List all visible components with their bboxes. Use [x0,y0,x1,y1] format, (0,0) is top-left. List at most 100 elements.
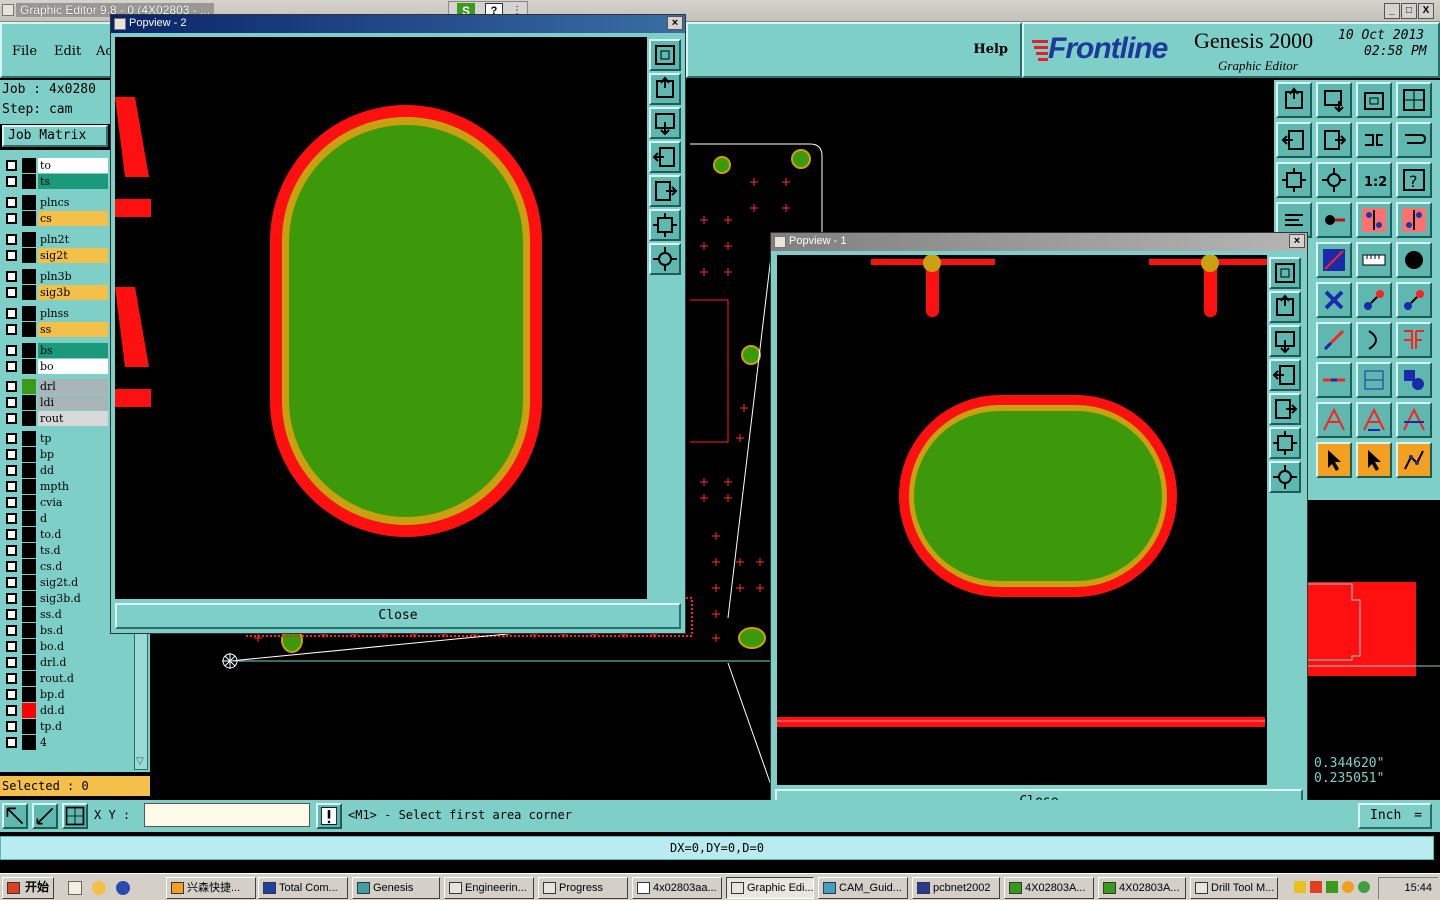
pv-zoom-window-icon[interactable] [649,39,681,71]
pv-right-icon[interactable] [1269,393,1301,425]
layer-checkbox[interactable] [6,465,17,476]
popview-2-titlebar[interactable]: Popview - 2 × [111,15,685,33]
pv-left-icon[interactable] [1269,359,1301,391]
layer-checkbox[interactable] [6,737,17,748]
minimize-button[interactable]: _ [1384,3,1400,19]
layer-checkbox[interactable] [6,449,17,460]
maximize-button[interactable]: □ [1401,3,1417,19]
layer-row[interactable]: drl [2,379,108,394]
layer-row[interactable]: tp [2,431,108,446]
tray-icon[interactable] [1294,881,1306,893]
layer-checkbox[interactable] [6,397,17,408]
layer-row[interactable]: ss.d [2,607,108,622]
layer-row[interactable]: cs [2,211,108,226]
tool-hline-icon[interactable] [1316,362,1352,398]
tray-icon[interactable] [1358,881,1370,893]
unit-selector[interactable]: Inch = [1358,803,1432,829]
layer-checkbox[interactable] [6,641,17,652]
tool-zoom-box-icon[interactable] [1356,82,1392,118]
layer-row[interactable]: ldi [2,395,108,410]
popview-1-window[interactable]: Popview - 1 × [770,232,1308,818]
layer-row[interactable]: sig3b.d [2,591,108,606]
pv-home-icon[interactable] [649,73,681,105]
task-button[interactable]: Drill Tool M... [1190,877,1278,899]
layer-checkbox[interactable] [6,176,17,187]
popview-1-canvas[interactable] [777,254,1267,785]
popview-2-close-button[interactable]: Close [115,603,681,629]
layer-row[interactable]: bs.d [2,623,108,638]
tool-net-icon[interactable] [1396,202,1432,238]
tool-line-icon[interactable] [1316,322,1352,358]
layer-checkbox[interactable] [6,234,17,245]
layer-row[interactable]: rout [2,411,108,426]
layer-row[interactable]: dd.d [2,703,108,718]
cmd-edit-icon[interactable] [32,803,58,829]
task-button[interactable]: CAM_Guid... [818,877,908,899]
task-button[interactable]: Progress [538,877,628,899]
pv-down-icon[interactable] [649,107,681,139]
tool-down-icon[interactable] [1316,82,1352,118]
tool-text-a-icon[interactable] [1316,402,1352,438]
tool-group-icon[interactable] [1396,362,1432,398]
layer-row[interactable]: pln3b [2,269,108,284]
tool-text-c-icon[interactable] [1396,402,1432,438]
layer-checkbox[interactable] [6,361,17,372]
layer-checkbox[interactable] [6,705,17,716]
layer-checkbox[interactable] [6,561,17,572]
tray-icon[interactable] [1310,881,1322,893]
tool-connect-icon[interactable] [1356,202,1392,238]
tool-home-icon[interactable] [1276,82,1312,118]
pv-zoom-window-icon[interactable] [1269,257,1301,289]
pv-fit-icon[interactable] [649,209,681,241]
layer-row[interactable]: plncs [2,195,108,210]
xy-input[interactable] [144,803,310,827]
tray-icon[interactable] [1326,881,1338,893]
layer-checkbox[interactable] [6,213,17,224]
menu-file[interactable]: File [12,44,37,59]
layer-checkbox[interactable] [6,689,17,700]
layer-row[interactable]: bs [2,343,108,358]
task-button[interactable]: Total Com... [258,877,348,899]
task-button[interactable]: 4X02803A... [1098,877,1186,899]
pv-center-icon[interactable] [1269,461,1301,493]
task-button[interactable]: Engineerin... [444,877,534,899]
tool-question-icon[interactable]: ? [1396,162,1432,198]
layer-row[interactable]: mpth [2,479,108,494]
layer-checkbox[interactable] [6,160,17,171]
popview-2-window[interactable]: Popview - 2 × Close [110,14,686,634]
layer-checkbox[interactable] [6,287,17,298]
popview-1-close-x[interactable]: × [1289,234,1305,248]
layer-checkbox[interactable] [6,271,17,282]
tool-pad-icon[interactable] [1396,242,1432,278]
tool-center-icon[interactable] [1316,162,1352,198]
tool-select-icon[interactable] [1316,442,1352,478]
layer-checkbox[interactable] [6,545,17,556]
layer-checkbox[interactable] [6,529,17,540]
tool-draw-icon[interactable] [1316,242,1352,278]
layer-checkbox[interactable] [6,721,17,732]
tool-select-area-icon[interactable] [1356,442,1392,478]
tool-redraw-icon[interactable] [1396,122,1432,158]
cmd-alert-icon[interactable] [316,803,342,829]
tool-text-b-icon[interactable] [1356,402,1392,438]
layer-checkbox[interactable] [6,497,17,508]
layer-row[interactable]: dd [2,463,108,478]
task-button[interactable]: 4x02803aa... [632,877,722,899]
cmd-select-icon[interactable] [2,803,28,829]
layer-row[interactable]: 4 [2,735,108,750]
layer-checkbox[interactable] [6,577,17,588]
layer-checkbox[interactable] [6,345,17,356]
tool-polygon-icon[interactable] [1396,322,1432,358]
browser-icon[interactable] [116,881,130,895]
layer-row[interactable]: sig3b [2,285,108,300]
layer-checkbox[interactable] [6,197,17,208]
menu-help[interactable]: Help [973,42,1008,57]
task-button-active[interactable]: Graphic Edi... [726,877,814,899]
tool-dimension-icon[interactable] [1356,362,1392,398]
tray-icon[interactable] [1342,881,1354,893]
layer-row[interactable]: to [2,158,108,173]
tool-pan-right-icon[interactable] [1316,122,1352,158]
tool-move-icon[interactable] [1356,282,1392,318]
close-window-button[interactable]: X [1418,3,1434,19]
layer-checkbox[interactable] [6,324,17,335]
